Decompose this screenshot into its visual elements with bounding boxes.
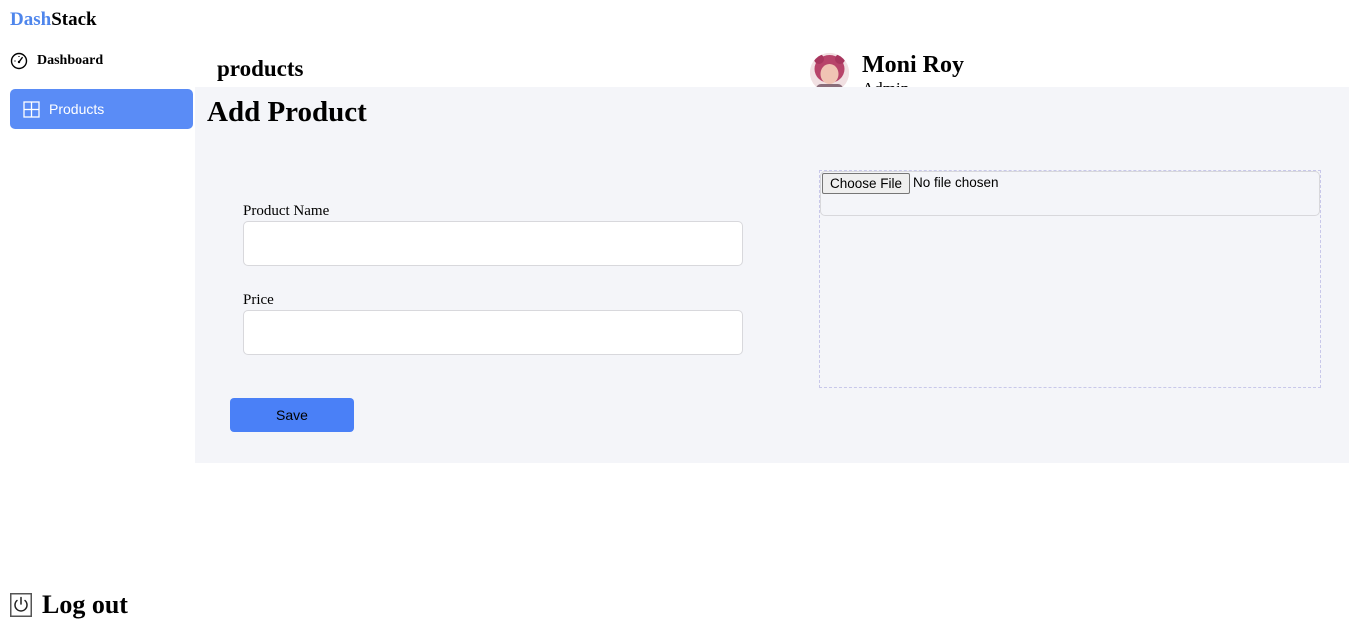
file-input[interactable]: Choose File No file chosen — [820, 171, 1320, 216]
image-dropzone[interactable]: Choose File No file chosen — [819, 170, 1321, 388]
power-icon — [10, 593, 32, 617]
product-name-input[interactable] — [243, 221, 743, 266]
sidebar-item-dashboard[interactable]: Dashboard — [10, 50, 103, 72]
logout-button[interactable]: Log out — [10, 589, 128, 621]
sidebar-item-label: Dashboard — [37, 53, 104, 68]
brand-logo-part2: Stack — [51, 9, 97, 30]
page-title: products — [217, 56, 304, 81]
file-status: No file chosen — [913, 175, 999, 190]
choose-file-button[interactable]: Choose File — [822, 173, 911, 194]
price-label: Price — [243, 292, 274, 308]
sidebar-item-products[interactable]: Products — [10, 89, 193, 129]
user-name: Moni Roy — [862, 52, 964, 78]
price-input[interactable] — [243, 310, 743, 355]
product-name-label: Product Name — [243, 203, 330, 219]
speedometer-icon — [10, 52, 28, 70]
sidebar-item-label: Products — [49, 101, 105, 117]
add-product-panel: Add Product Product Name Price Save Choo… — [195, 87, 1349, 463]
grid-icon — [23, 100, 40, 118]
logout-label: Log out — [42, 590, 128, 619]
save-button[interactable]: Save — [230, 398, 354, 432]
panel-title: Add Product — [207, 96, 367, 128]
brand-logo-part1: Dash — [10, 9, 52, 30]
brand-logo: DashStack — [10, 9, 97, 31]
